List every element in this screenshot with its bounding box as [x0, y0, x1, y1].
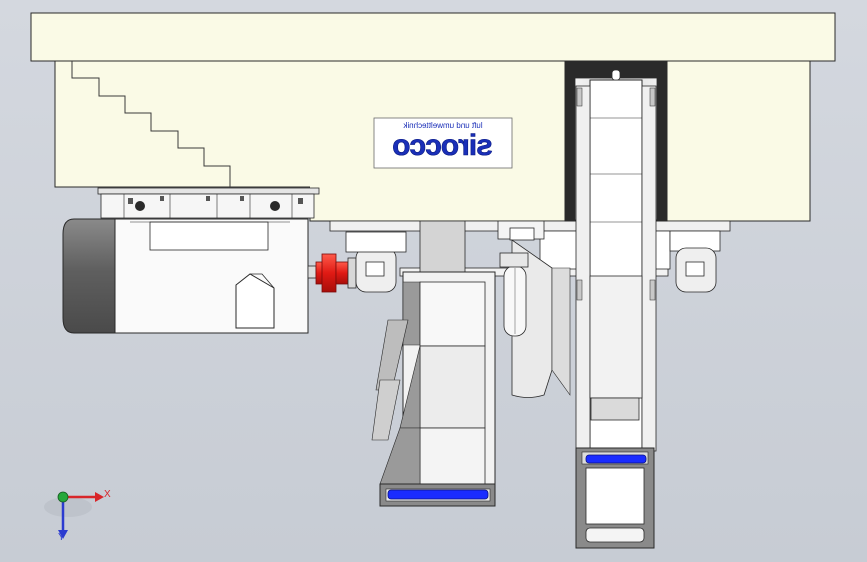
top-lid: [30, 12, 836, 62]
logo-brand: sirocco: [392, 129, 492, 162]
logo-tagline: luft und umwelttechnik: [402, 121, 482, 130]
fan-scroll-housing: [564, 60, 668, 549]
bearing-housing-right: [675, 247, 717, 293]
mount-bolt-icon: [270, 201, 280, 211]
triad-origin-icon: [57, 491, 69, 503]
y-axis-label: Y: [58, 532, 65, 543]
coordinate-triad: X Y: [44, 489, 111, 543]
mount-bolt-icon: [135, 201, 145, 211]
inlet-opening-left: [387, 489, 489, 500]
x-axis-label: X: [104, 489, 111, 500]
cad-viewport[interactable]: sirocco luft und umwelttechnik X Y: [0, 0, 867, 562]
outlet-opening-right: [585, 454, 647, 464]
electric-motor: [62, 218, 317, 334]
motor-base-frame: [97, 187, 320, 219]
sirocco-logo-plate: sirocco luft und umwelttechnik: [373, 117, 513, 169]
x-axis-arrow-icon: [95, 492, 104, 502]
shaft-coupling: [315, 253, 357, 293]
